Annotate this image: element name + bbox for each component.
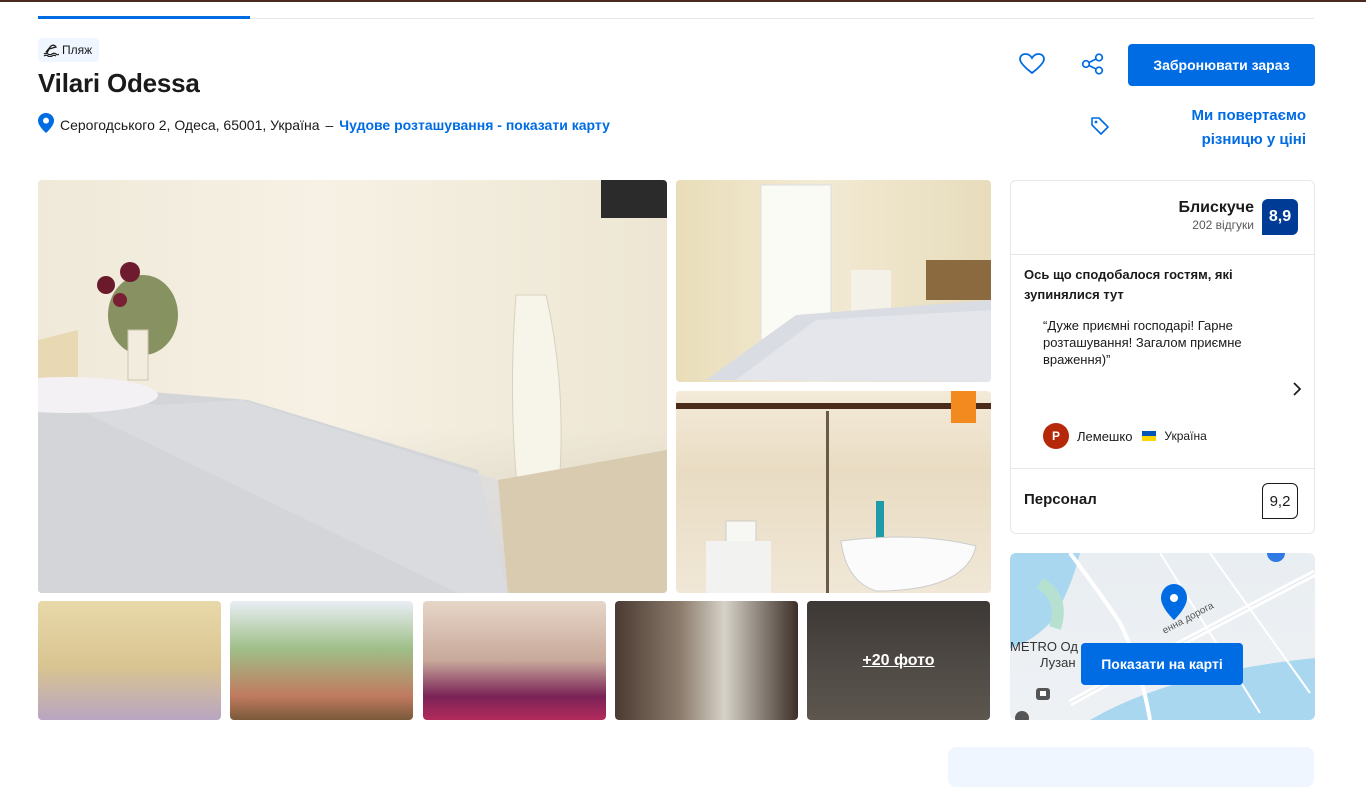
thumb-photo-1[interactable] <box>38 601 221 720</box>
photo-bathroom[interactable] <box>676 391 991 593</box>
price-match-link[interactable]: Ми повертаємо різницю у ціні <box>1150 104 1306 152</box>
hotel-title: Vilari Odessa <box>38 68 200 98</box>
rating-summary[interactable]: Блискуче 202 відгуки 8,9 <box>1178 199 1298 235</box>
staff-score-badge: 9,2 <box>1262 483 1298 519</box>
save-favorite-button[interactable] <box>1017 52 1047 80</box>
address-row: Серогодського 2, Одеса, 65001, Україна –… <box>38 113 610 136</box>
share-button[interactable] <box>1078 52 1108 80</box>
map-image <box>1010 553 1315 720</box>
avatar: Р <box>1043 423 1069 449</box>
review-quote: “Дуже приємні господарі! Гарне розташува… <box>1043 318 1242 367</box>
bathroom-photo <box>676 391 991 593</box>
beach-icon <box>43 43 59 57</box>
heart-icon <box>1019 52 1045 80</box>
divider <box>1011 254 1314 255</box>
reviewer-name: Лемешко <box>1077 428 1133 444</box>
thumb-photo-more[interactable]: +20 фото <box>807 601 990 720</box>
active-tab-indicator <box>38 16 250 19</box>
thumb-photo-2[interactable] <box>230 601 413 720</box>
book-now-button[interactable]: Забронювати зараз <box>1128 44 1315 86</box>
staff-category-label: Персонал <box>1024 491 1097 508</box>
guests-liked-title: Ось що сподобалося гостям, які зупинялис… <box>1024 267 1233 302</box>
room-photo <box>706 184 991 382</box>
ukraine-flag-icon <box>1142 431 1157 441</box>
share-icon <box>1081 52 1105 80</box>
show-map-link[interactable]: Чудове розташування - показати карту <box>339 117 610 133</box>
reviewer-info: Р Лемешко Україна <box>1043 423 1207 449</box>
rating-score-badge: 8,9 <box>1262 199 1298 235</box>
show-on-map-button[interactable]: Показати на карті <box>1081 643 1243 685</box>
rating-word: Блискуче <box>1178 199 1255 216</box>
top-brand-strip <box>0 0 1366 2</box>
beach-badge: Пляж <box>38 38 100 62</box>
beach-label: Пляж <box>62 43 93 57</box>
address-text: Серогодського 2, Одеса, 65001, Україна <box>60 116 320 133</box>
price-tag-icon <box>1090 116 1110 141</box>
review-count: 202 відгуки <box>1192 218 1254 232</box>
thumb-photo-3[interactable] <box>423 601 606 720</box>
next-review-button[interactable] <box>1292 382 1302 401</box>
chevron-right-icon <box>1292 382 1302 400</box>
divider <box>1011 468 1314 469</box>
review-score-card: Блискуче 202 відгуки 8,9 Ось що сподобал… <box>1010 180 1315 534</box>
info-panel <box>948 747 1314 787</box>
map-place-label: METRO Од <box>1010 639 1078 654</box>
map-preview[interactable]: METRO Од Лузан енна дорога Показати на к… <box>1010 553 1315 720</box>
main-photo[interactable] <box>38 180 667 593</box>
location-pin-icon <box>38 113 54 136</box>
map-place-label-2: Лузан <box>1040 655 1076 670</box>
thumb-photo-4[interactable] <box>615 601 798 720</box>
address-separator: – <box>325 116 334 133</box>
reviewer-country: Україна <box>1164 429 1207 443</box>
photo-room-door[interactable] <box>676 180 991 382</box>
bedroom-photo <box>38 180 667 593</box>
more-photos-link[interactable]: +20 фото <box>807 601 990 720</box>
